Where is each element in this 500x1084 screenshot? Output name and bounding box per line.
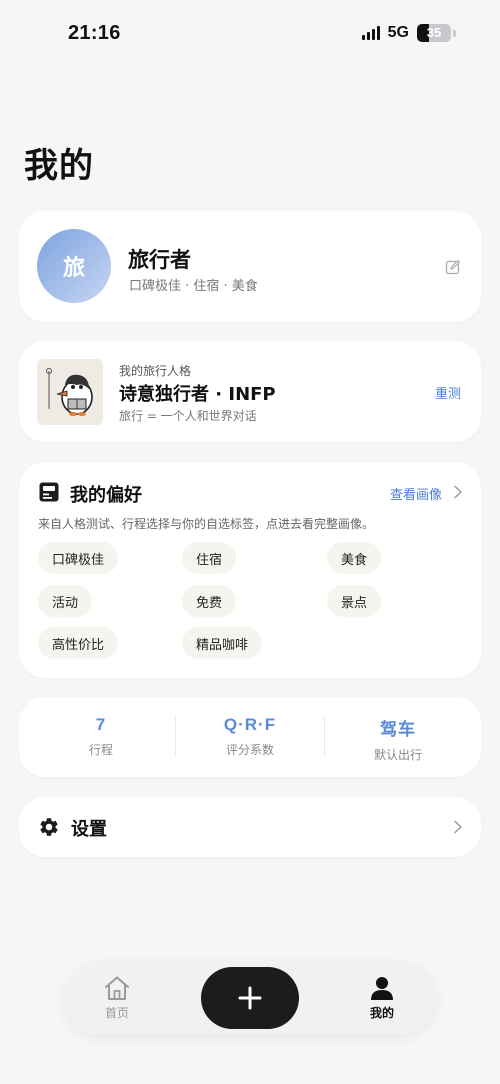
edit-icon[interactable] — [445, 259, 461, 275]
retest-button[interactable]: 重测 — [435, 383, 461, 402]
profile-card[interactable]: 旅 旅行者 口碑极佳 · 住宿 · 美食 — [19, 211, 481, 322]
preference-tag[interactable]: 口碑极佳 — [38, 542, 119, 574]
stat-default-travel[interactable]: 驾车 默认出行 — [328, 715, 468, 763]
chevron-right-icon — [454, 820, 462, 834]
tab-mine[interactable]: 我的 — [342, 975, 422, 1021]
stat-divider — [175, 717, 176, 757]
stat-score-coefficient[interactable]: Q·R·F 评分系数 — [180, 715, 320, 758]
stat-value: Q·R·F — [223, 715, 277, 734]
signal-icon — [361, 26, 380, 40]
preferences-card[interactable]: 我的偏好 查看画像 来自人格测试、行程选择与你的自选标签，点进去看完整画像。 口… — [19, 462, 481, 678]
persona-title: 诗意独行者 · INFP — [119, 384, 276, 405]
gear-icon — [40, 818, 58, 836]
chevron-right-icon[interactable] — [453, 485, 463, 499]
home-icon — [105, 976, 129, 1000]
preferences-description: 来自人格测试、行程选择与你的自选标签，点进去看完整画像。 — [38, 517, 375, 531]
profile-tags: 口碑极佳 · 住宿 · 美食 — [129, 279, 258, 294]
stat-value: 驾车 — [380, 720, 416, 739]
profile-card-icon — [39, 482, 59, 502]
penguin-illustration-icon — [37, 359, 103, 425]
persona-card[interactable]: 我的旅行人格 诗意独行者 · INFP 旅行 = 一个人和世界对话 重测 — [19, 341, 481, 442]
settings-label: 设置 — [71, 819, 107, 840]
preference-tag[interactable]: 住宿 — [182, 542, 237, 574]
tab-home-label: 首页 — [104, 1006, 129, 1020]
persona-subtitle: 旅行 = 一个人和世界对话 — [119, 409, 257, 423]
network-type: 5G — [387, 24, 409, 41]
status-time: 21:16 — [68, 22, 121, 44]
avatar-text: 旅 — [62, 256, 85, 281]
add-button[interactable] — [201, 967, 299, 1029]
plus-icon — [238, 986, 262, 1010]
bottom-tab-bar: 首页 我的 — [64, 961, 436, 1035]
tab-home[interactable]: 首页 — [77, 975, 157, 1021]
status-bar: 21:16 5G 35 — [0, 0, 500, 64]
tab-mine-label: 我的 — [369, 1006, 394, 1020]
preference-tag[interactable]: 景点 — [327, 585, 382, 617]
preference-tag[interactable]: 美食 — [327, 542, 382, 574]
preference-tag[interactable]: 活动 — [38, 585, 93, 617]
stat-label: 行程 — [88, 743, 113, 757]
persona-illustration — [37, 359, 103, 425]
view-profile-link[interactable]: 查看画像 — [390, 484, 442, 503]
person-icon — [371, 977, 393, 1000]
persona-caption: 我的旅行人格 — [119, 364, 192, 378]
status-indicators: 5G 35 — [361, 24, 456, 42]
stat-label: 默认出行 — [373, 748, 422, 762]
preferences-title: 我的偏好 — [70, 485, 142, 506]
profile-name: 旅行者 — [128, 248, 191, 272]
battery-icon: 35 — [417, 24, 451, 42]
stat-divider — [324, 717, 325, 757]
settings-row[interactable]: 设置 — [19, 797, 481, 857]
preference-tag[interactable]: 精品咖啡 — [182, 627, 263, 659]
preference-tag[interactable]: 免费 — [182, 585, 237, 617]
page-title: 我的 — [24, 146, 94, 186]
battery-level: 35 — [426, 25, 442, 40]
avatar: 旅 — [37, 229, 111, 303]
battery-tip — [453, 29, 456, 37]
preference-tag[interactable]: 高性价比 — [38, 627, 119, 659]
stat-label: 评分系数 — [225, 743, 274, 757]
stats-card: 7 行程 Q·R·F 评分系数 驾车 默认出行 — [19, 697, 481, 777]
stat-trips[interactable]: 7 行程 — [31, 715, 171, 758]
stat-value: 7 — [95, 715, 107, 734]
